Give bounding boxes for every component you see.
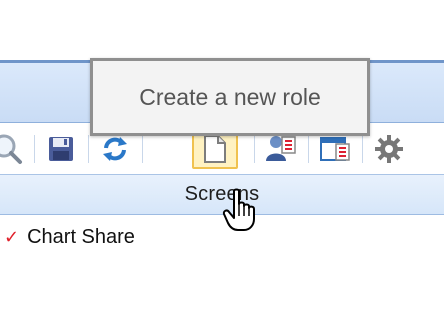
save-icon (49, 137, 73, 161)
refresh-icon (103, 137, 127, 161)
toolbar-separator (34, 135, 35, 163)
role-permissions-button[interactable] (262, 131, 300, 167)
role-permissions-icon (266, 136, 296, 161)
window-edit-icon (320, 137, 350, 161)
screen-permissions-button[interactable] (316, 131, 354, 167)
hand-cursor-icon (222, 188, 255, 231)
tooltip-text: Create a new role (139, 83, 321, 110)
search-icon (0, 134, 22, 164)
tooltip: Create a new role (90, 58, 370, 136)
gear-icon (375, 135, 403, 163)
toolbar-separator (308, 135, 309, 163)
refresh-button[interactable] (96, 131, 134, 167)
search-button[interactable] (0, 131, 26, 167)
toolbar-separator (254, 135, 255, 163)
top-blank-area (0, 0, 444, 60)
toolbar-separator (88, 135, 89, 163)
save-button[interactable] (42, 131, 80, 167)
new-document-icon (204, 135, 226, 163)
toolbar-separator (142, 135, 143, 163)
check-icon: ✓ (4, 226, 20, 247)
list-item-label: Chart Share (27, 225, 135, 248)
toolbar-separator (362, 135, 363, 163)
settings-button[interactable] (370, 131, 408, 167)
